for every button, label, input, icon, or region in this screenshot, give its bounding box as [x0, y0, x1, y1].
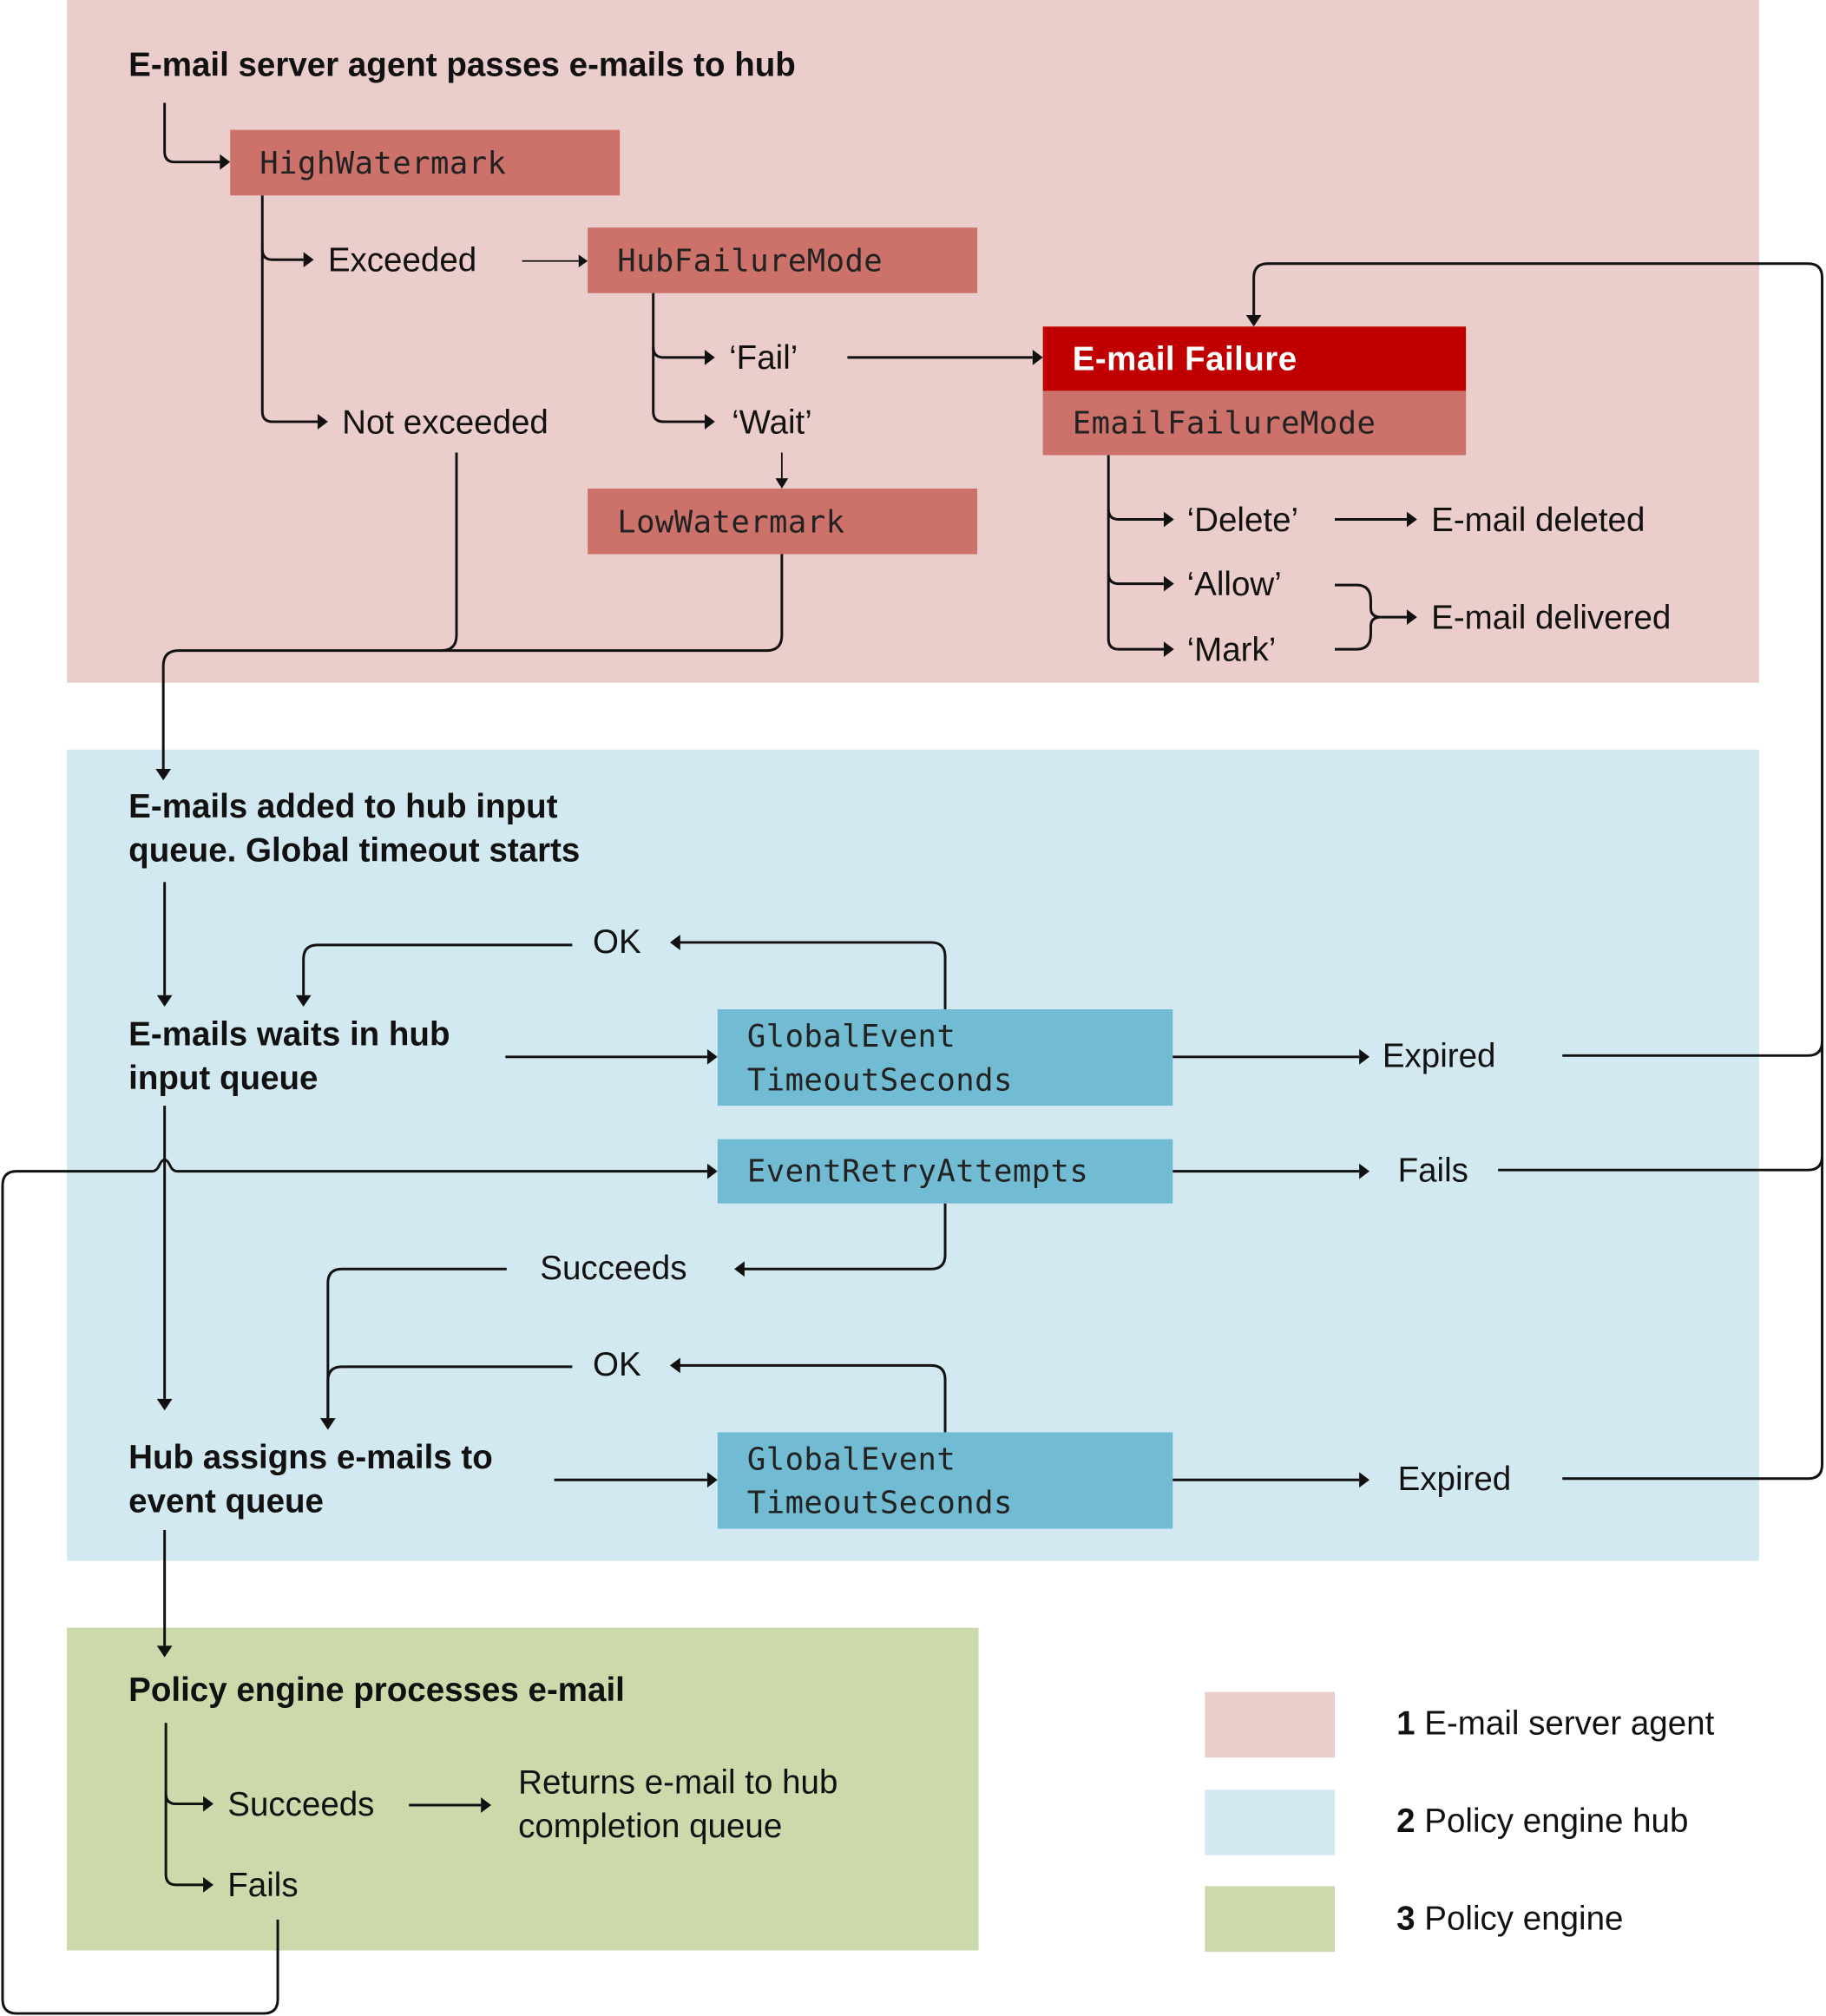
arrow-head-icon	[156, 995, 173, 1008]
connector-line	[326, 1365, 573, 1419]
arrow-head-icon	[1359, 1048, 1370, 1065]
connector-line	[260, 249, 318, 424]
arrow-head-icon	[481, 1797, 492, 1813]
arrow-head-icon	[1163, 511, 1174, 528]
connector-line	[1, 1158, 707, 2015]
connector-line	[1107, 455, 1164, 522]
arrow-head-icon	[220, 154, 231, 170]
arrow-head-icon	[1406, 511, 1417, 528]
connector-line	[1252, 262, 1824, 1057]
connector-line	[164, 1793, 204, 1887]
arrow-head-icon	[706, 1472, 718, 1488]
arrow-head-icon	[734, 1261, 745, 1277]
arrow-head-icon	[303, 252, 314, 268]
arrow-head-icon	[1032, 349, 1043, 365]
connector-line	[441, 554, 784, 653]
connector-line	[652, 292, 705, 359]
connector-lines	[1, 102, 1824, 2015]
connector-line	[1498, 1041, 1824, 1172]
arrow-head-icon	[156, 1398, 173, 1411]
arrow-head-icon	[775, 478, 789, 489]
connector-line	[164, 1723, 204, 1806]
arrow-head-icon	[295, 995, 312, 1008]
connector-line	[161, 452, 458, 769]
connector-line	[743, 1203, 947, 1271]
arrow-head-icon	[156, 1645, 173, 1658]
arrow-head-icon	[1359, 1472, 1370, 1488]
arrow-head-icon	[155, 768, 172, 781]
connector-line	[1562, 1155, 1824, 1481]
arrow-head-icon	[1163, 641, 1174, 658]
arrow-head-icon	[203, 1877, 213, 1893]
flow-diagram: E-mail server agent passes e-mails to hu…	[0, 0, 1826, 2016]
connector-line	[163, 102, 221, 164]
arrow-head-icon	[706, 1163, 718, 1179]
arrow-head-icon	[706, 1048, 718, 1065]
connector-line	[326, 1267, 507, 1419]
arrow-head-icon	[203, 1796, 213, 1812]
arrow-head-icon	[1163, 575, 1174, 592]
brace-icon	[1334, 583, 1382, 651]
arrow-head-icon	[704, 349, 715, 365]
arrow-head-icon	[319, 1418, 336, 1430]
arrow-head-icon	[317, 414, 328, 430]
arrow-head-icon	[1359, 1163, 1370, 1179]
arrow-head-icon	[704, 414, 715, 430]
connector-line	[260, 195, 304, 261]
arrow-head-icon	[669, 1357, 680, 1374]
arrow-head-icon	[669, 935, 680, 950]
connector-line	[679, 941, 947, 1009]
arrow-head-icon	[1406, 609, 1417, 626]
connector-line	[679, 1363, 947, 1433]
connector-line	[302, 943, 573, 995]
arrow-head-icon	[578, 254, 588, 268]
arrow-head-icon	[1245, 314, 1262, 327]
